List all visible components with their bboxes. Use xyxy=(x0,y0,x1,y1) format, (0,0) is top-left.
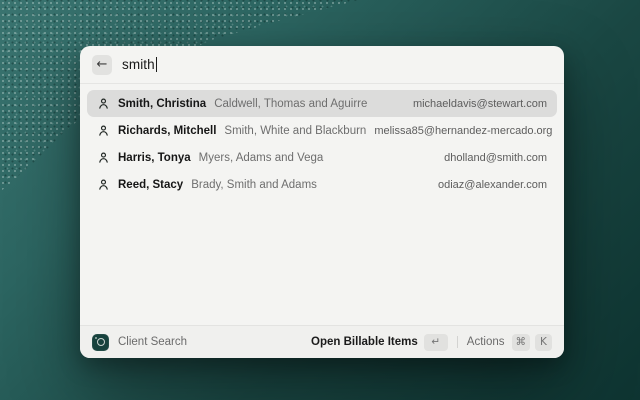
open-billable-items-label: Open Billable Items xyxy=(311,336,418,348)
back-arrow-icon: ← xyxy=(97,55,108,75)
result-row[interactable]: Reed, Stacy Brady, Smith and Adams odiaz… xyxy=(87,171,557,198)
text-caret xyxy=(156,57,158,72)
client-email: michaeldavis@stewart.com xyxy=(413,98,547,110)
actions-label: Actions xyxy=(467,336,505,348)
app-logo-icon xyxy=(92,334,109,351)
footer-app-label: Client Search xyxy=(118,336,187,348)
client-email: dholland@smith.com xyxy=(444,152,547,164)
client-firm: Smith, White and Blackburn xyxy=(224,125,366,137)
actions-button[interactable]: Actions ⌘ K xyxy=(467,334,552,351)
person-icon xyxy=(97,178,110,191)
command-key-icon: ⌘ xyxy=(512,334,531,351)
person-icon xyxy=(97,124,110,137)
client-firm: Myers, Adams and Vega xyxy=(199,152,324,164)
k-key-icon: K xyxy=(535,334,552,351)
client-name: Smith, Christina xyxy=(118,98,206,110)
client-name: Harris, Tonya xyxy=(118,152,191,164)
results-list: Smith, Christina Caldwell, Thomas and Ag… xyxy=(80,84,564,325)
client-name: Richards, Mitchell xyxy=(118,125,216,137)
footer-divider xyxy=(457,336,458,348)
result-row[interactable]: Harris, Tonya Myers, Adams and Vega dhol… xyxy=(87,144,557,171)
search-query-text: smith xyxy=(122,57,155,72)
result-row[interactable]: Richards, Mitchell Smith, White and Blac… xyxy=(87,117,557,144)
open-billable-items-button[interactable]: Open Billable Items ↵ xyxy=(311,334,448,351)
person-icon xyxy=(97,151,110,164)
footer-actions: Open Billable Items ↵ Actions ⌘ K xyxy=(311,334,552,351)
client-email: odiaz@alexander.com xyxy=(438,179,547,191)
client-name: Reed, Stacy xyxy=(118,179,183,191)
return-key-icon: ↵ xyxy=(424,334,448,351)
client-firm: Brady, Smith and Adams xyxy=(191,179,317,191)
person-icon xyxy=(97,97,110,110)
search-bar: ← smith xyxy=(80,46,564,84)
footer-bar: Client Search Open Billable Items ↵ Acti… xyxy=(80,325,564,358)
client-search-palette: ← smith Smith, Christina Caldwell, Thoma… xyxy=(80,46,564,358)
back-button[interactable]: ← xyxy=(92,55,112,75)
client-email: melissa85@hernandez-mercado.org xyxy=(374,125,552,137)
result-row[interactable]: Smith, Christina Caldwell, Thomas and Ag… xyxy=(87,90,557,117)
search-input[interactable]: smith xyxy=(122,57,157,72)
client-firm: Caldwell, Thomas and Aguirre xyxy=(214,98,367,110)
